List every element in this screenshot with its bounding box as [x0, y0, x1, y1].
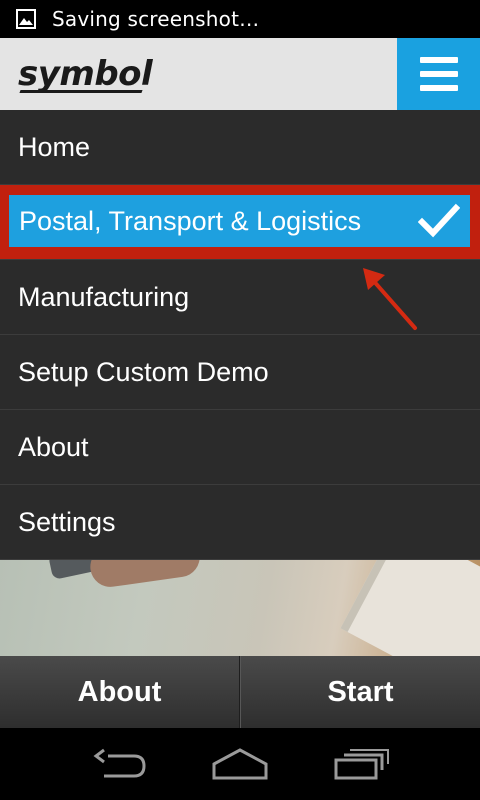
menu-toggle-button[interactable]	[397, 38, 480, 110]
app-header: symbol	[0, 38, 480, 110]
menu-item-settings[interactable]: Settings	[0, 485, 480, 560]
home-icon[interactable]	[210, 746, 270, 782]
checkmark-icon	[418, 203, 460, 238]
annotation-arrow-icon	[363, 268, 417, 330]
side-menu: Home Postal, Transport & Logistics Manuf…	[0, 110, 480, 560]
hamburger-menu-icon	[419, 57, 458, 63]
back-icon[interactable]	[90, 746, 150, 782]
status-notification-text: Saving screenshot…	[52, 7, 260, 31]
bottom-action-bar: About Start	[0, 656, 480, 728]
menu-item-label: Postal, Transport & Logistics	[19, 205, 362, 236]
menu-item-label: Settings	[18, 506, 116, 537]
selected-item-highlight: Postal, Transport & Logistics	[9, 195, 470, 247]
hand-image	[87, 560, 203, 590]
menu-item-label: Home	[18, 131, 91, 162]
menu-item-postal-transport-logistics[interactable]: Postal, Transport & Logistics	[0, 185, 480, 260]
about-button[interactable]: About	[0, 656, 239, 728]
status-bar: Saving screenshot…	[0, 0, 480, 38]
system-navigation-bar	[0, 728, 480, 800]
brand-logo: symbol	[18, 54, 153, 94]
menu-item-setup-custom-demo[interactable]: Setup Custom Demo	[0, 335, 480, 410]
menu-item-about[interactable]: About	[0, 410, 480, 485]
hamburger-menu-icon-bar	[419, 85, 458, 91]
background-photo	[0, 560, 480, 656]
menu-item-label: About	[18, 431, 89, 462]
image-icon	[16, 9, 36, 29]
package-box-image	[340, 560, 480, 656]
menu-item-label: Manufacturing	[18, 281, 190, 312]
hamburger-menu-icon-bar	[419, 71, 458, 77]
menu-item-home[interactable]: Home	[0, 110, 480, 185]
menu-item-label: Setup Custom Demo	[18, 356, 269, 387]
recent-apps-icon[interactable]	[330, 746, 390, 782]
logo-underline	[19, 90, 143, 93]
start-button[interactable]: Start	[241, 656, 480, 728]
app-screen: Saving screenshot… symbol Home Postal, T…	[0, 0, 480, 800]
